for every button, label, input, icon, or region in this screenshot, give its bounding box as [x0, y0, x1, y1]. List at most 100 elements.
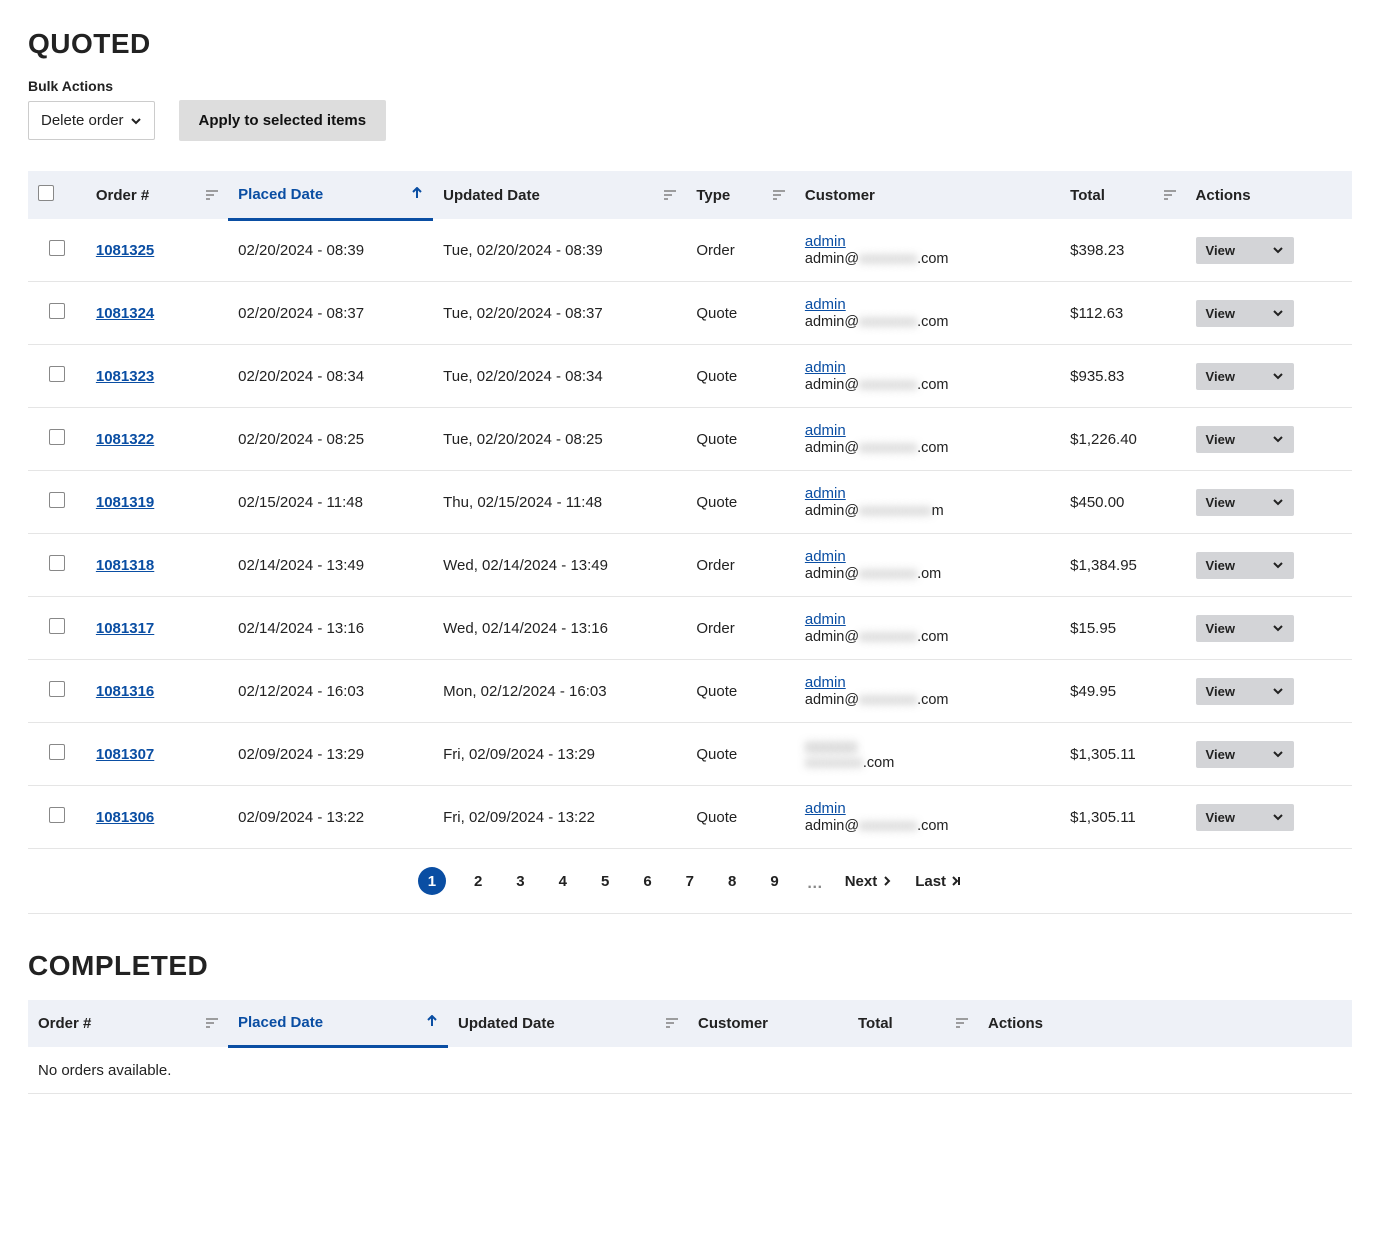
page-number[interactable]: 7	[680, 869, 700, 894]
customer-link[interactable]: admin	[805, 359, 846, 376]
customer-link[interactable]: admin	[805, 485, 846, 502]
view-button[interactable]: View	[1196, 237, 1294, 264]
order-link[interactable]: 1081317	[96, 620, 154, 637]
order-link[interactable]: 1081306	[96, 809, 154, 826]
bulk-action-select[interactable]: Delete order	[28, 101, 155, 140]
table-row: 108131602/12/2024 - 16:03Mon, 02/12/2024…	[28, 660, 1352, 723]
order-link[interactable]: 1081323	[96, 368, 154, 385]
col-customer[interactable]: Customer	[688, 1000, 848, 1047]
row-checkbox[interactable]	[49, 240, 65, 256]
col-total[interactable]: Total	[1060, 171, 1185, 219]
chevron-down-icon	[1272, 433, 1284, 445]
page-number[interactable]: 2	[468, 869, 488, 894]
updated-date: Thu, 02/15/2024 - 11:48	[433, 471, 686, 534]
order-type: Quote	[686, 408, 795, 471]
order-total: $1,305.11	[1060, 786, 1185, 849]
order-type: Order	[686, 219, 795, 282]
sort-icon	[773, 187, 785, 204]
row-checkbox[interactable]	[49, 429, 65, 445]
order-total: $15.95	[1060, 597, 1185, 660]
view-button[interactable]: View	[1196, 426, 1294, 453]
order-link[interactable]: 1081318	[96, 557, 154, 574]
customer-link[interactable]: admin	[805, 296, 846, 313]
customer-link[interactable]: xxxxxxx	[805, 737, 858, 754]
row-checkbox[interactable]	[49, 303, 65, 319]
page-number[interactable]: 5	[595, 869, 615, 894]
table-row: 108132402/20/2024 - 08:37Tue, 02/20/2024…	[28, 282, 1352, 345]
page-next-label: Next	[845, 873, 878, 890]
customer-link[interactable]: admin	[805, 611, 846, 628]
col-order[interactable]: Order #	[28, 1000, 228, 1047]
select-all-checkbox[interactable]	[38, 185, 54, 201]
order-link[interactable]: 1081316	[96, 683, 154, 700]
chevron-down-icon	[1272, 307, 1284, 319]
completed-table: Order # Placed Date Updated Date Custome…	[28, 1000, 1352, 1094]
order-link[interactable]: 1081325	[96, 242, 154, 259]
row-checkbox[interactable]	[49, 366, 65, 382]
order-link[interactable]: 1081324	[96, 305, 154, 322]
apply-bulk-button[interactable]: Apply to selected items	[179, 100, 387, 141]
customer-cell: adminadmin@xxxxxxxx.com	[795, 660, 1060, 723]
col-type[interactable]: Type	[686, 171, 795, 219]
row-checkbox[interactable]	[49, 744, 65, 760]
chevron-down-icon	[1272, 496, 1284, 508]
view-button[interactable]: View	[1196, 552, 1294, 579]
col-order[interactable]: Order #	[86, 171, 228, 219]
col-placed[interactable]: Placed Date	[228, 1000, 448, 1047]
customer-link[interactable]: admin	[805, 422, 846, 439]
row-checkbox[interactable]	[49, 555, 65, 571]
placed-date: 02/14/2024 - 13:49	[228, 534, 433, 597]
row-checkbox[interactable]	[49, 492, 65, 508]
placed-date: 02/14/2024 - 13:16	[228, 597, 433, 660]
page-number[interactable]: 6	[637, 869, 657, 894]
page-number[interactable]: 4	[553, 869, 573, 894]
page-number[interactable]: 1	[418, 867, 446, 895]
col-total-label: Total	[1070, 187, 1105, 204]
col-placed[interactable]: Placed Date	[228, 171, 433, 219]
customer-email: admin@xxxxxxxx.com	[805, 440, 949, 456]
updated-date: Wed, 02/14/2024 - 13:49	[433, 534, 686, 597]
page-number[interactable]: 8	[722, 869, 742, 894]
view-button[interactable]: View	[1196, 804, 1294, 831]
page-next[interactable]: Next	[845, 873, 894, 890]
col-placed-label: Placed Date	[238, 1014, 323, 1031]
col-customer[interactable]: Customer	[795, 171, 1060, 219]
arrow-up-icon	[411, 186, 423, 203]
view-button[interactable]: View	[1196, 615, 1294, 642]
order-link[interactable]: 1081319	[96, 494, 154, 511]
table-row: 108131902/15/2024 - 11:48Thu, 02/15/2024…	[28, 471, 1352, 534]
col-total[interactable]: Total	[848, 1000, 978, 1047]
view-button[interactable]: View	[1196, 363, 1294, 390]
table-row: 1081318 02/14/2024 - 13:49Wed, 02/14/2024…	[28, 534, 1352, 597]
customer-link[interactable]: admin	[805, 548, 846, 565]
updated-date: Tue, 02/20/2024 - 08:25	[433, 408, 686, 471]
col-type-label: Type	[696, 187, 730, 204]
view-button-label: View	[1206, 747, 1235, 762]
col-updated[interactable]: Updated Date	[433, 171, 686, 219]
placed-date: 02/20/2024 - 08:39	[228, 219, 433, 282]
page-last[interactable]: Last	[915, 873, 962, 890]
customer-link[interactable]: admin	[805, 674, 846, 691]
row-checkbox[interactable]	[49, 807, 65, 823]
customer-link[interactable]: admin	[805, 233, 846, 250]
col-actions: Actions	[1186, 171, 1352, 219]
view-button[interactable]: View	[1196, 489, 1294, 516]
updated-date: Wed, 02/14/2024 - 13:16	[433, 597, 686, 660]
view-button[interactable]: View	[1196, 741, 1294, 768]
col-updated[interactable]: Updated Date	[448, 1000, 688, 1047]
order-link[interactable]: 1081322	[96, 431, 154, 448]
chevron-right-icon	[881, 875, 893, 887]
row-checkbox[interactable]	[49, 618, 65, 634]
view-button[interactable]: View	[1196, 300, 1294, 327]
table-row: 1081325 02/20/2024 - 08:39Tue, 02/20/2024…	[28, 219, 1352, 282]
customer-cell: adminadmin@xxxxxxxx.com	[795, 282, 1060, 345]
order-link[interactable]: 1081307	[96, 746, 154, 763]
view-button[interactable]: View	[1196, 678, 1294, 705]
row-checkbox[interactable]	[49, 681, 65, 697]
page-number[interactable]: 9	[764, 869, 784, 894]
updated-date: Tue, 02/20/2024 - 08:39	[433, 219, 686, 282]
order-total: $112.63	[1060, 282, 1185, 345]
customer-link[interactable]: admin	[805, 800, 846, 817]
page-number[interactable]: 3	[510, 869, 530, 894]
chevron-down-icon	[1272, 811, 1284, 823]
